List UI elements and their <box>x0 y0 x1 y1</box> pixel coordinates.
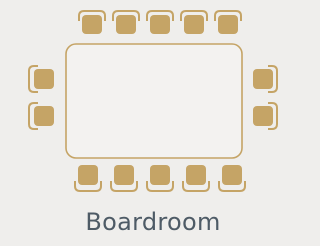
chair-right-2 <box>253 102 278 130</box>
chair-bottom-2 <box>110 165 138 192</box>
chair-bottom-4 <box>182 165 210 192</box>
conference-table <box>65 43 243 159</box>
chair-left-1 <box>28 65 54 93</box>
chair-top-1 <box>78 10 106 34</box>
chair-bottom-3 <box>146 165 174 192</box>
chair-top-2 <box>112 10 140 34</box>
chair-right-1 <box>253 65 278 93</box>
chair-top-5 <box>214 10 242 34</box>
boardroom-layout-card[interactable]: Boardroom <box>0 0 306 246</box>
chair-left-2 <box>28 102 54 130</box>
chair-bottom-1 <box>74 165 102 192</box>
chair-top-4 <box>180 10 208 34</box>
layout-label: Boardroom <box>85 208 221 236</box>
chair-bottom-5 <box>218 165 246 192</box>
chair-top-3 <box>146 10 174 34</box>
